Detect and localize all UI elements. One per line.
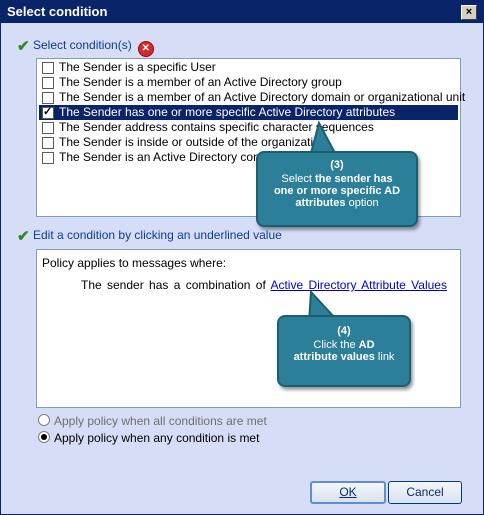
checkmark-icon: ✔ [17, 228, 30, 245]
radio-any-condition[interactable]: Apply policy when any condition is met [38, 431, 259, 445]
condition-item-selected[interactable]: The Sender has one or more specific Acti… [39, 105, 458, 120]
edit-condition-header: ✔ Edit a condition by clicking an underli… [17, 227, 282, 245]
radio-all-conditions[interactable]: Apply policy when all conditions are met [38, 414, 267, 428]
cancel-button[interactable]: Cancel [388, 481, 462, 504]
callout3-text-e: option [345, 197, 379, 209]
condition-label: The Sender is inside or outside of the o… [59, 135, 327, 149]
title-bar: Select condition × [1, 1, 483, 23]
callout-step-3: (3) Select the sender has one or more sp… [256, 151, 418, 227]
callout3-text-d: attributes [295, 197, 346, 209]
condition-label: The Sender has one or more specific Acti… [59, 105, 396, 119]
policy-prefix: The sender has a combination of [81, 278, 266, 292]
radio-any-button[interactable] [38, 431, 50, 443]
callout4-text-a: Click the [313, 339, 359, 351]
condition-checkbox[interactable] [42, 77, 54, 89]
condition-item[interactable]: The Sender is inside or outside of the o… [39, 135, 458, 150]
dialog-title: Select condition [7, 4, 108, 19]
radio-all-button[interactable] [38, 414, 50, 426]
callout3-text-a: Select [281, 173, 315, 185]
condition-item[interactable]: The Sender is a specific User [39, 60, 458, 75]
condition-item[interactable]: The Sender is a member of an Active Dire… [39, 90, 465, 105]
callout-step-4: (4) Click the AD attribute values link [277, 315, 411, 387]
remove-condition-icon[interactable]: ✕ [137, 41, 154, 57]
radio-all-label: Apply policy when all conditions are met [54, 414, 267, 428]
condition-label: The Sender is a member of an Active Dire… [59, 75, 342, 89]
condition-checkbox[interactable] [42, 62, 54, 74]
condition-item[interactable]: The Sender is a member of an Active Dire… [39, 75, 458, 90]
close-button[interactable]: × [461, 5, 477, 20]
policy-statement: The sender has a combination of Active D… [81, 278, 447, 292]
callout3-number: (3) [330, 159, 344, 171]
condition-item[interactable]: The Sender address contains specific cha… [39, 120, 458, 135]
select-conditions-label: Select condition(s) [33, 38, 132, 52]
ok-label: OK [339, 485, 357, 499]
condition-checkbox[interactable] [42, 152, 54, 164]
checkmark-icon: ✔ [17, 38, 30, 55]
condition-label: The Sender is a member of an Active Dire… [59, 90, 466, 104]
edit-condition-label: Edit a condition by clicking an underlin… [33, 228, 282, 242]
condition-checkbox[interactable] [42, 137, 54, 149]
policy-intro: Policy applies to messages where: [42, 256, 227, 270]
condition-checkbox[interactable] [42, 122, 54, 134]
callout4-number: (4) [337, 325, 351, 337]
callout3-text-c: one or more specific AD [273, 185, 401, 197]
callout4-text-d: link [374, 351, 395, 363]
condition-label: The Sender is an Active Directory contac… [59, 150, 280, 164]
select-conditions-header: ✔ Select condition(s) ✕ [17, 37, 154, 57]
callout4-text-c: attribute values [293, 351, 375, 363]
callout4-text-b: AD [358, 339, 375, 351]
radio-any-label: Apply policy when any condition is met [54, 431, 260, 445]
select-condition-dialog: Select condition × ✔ Select condition(s) ✕… [0, 0, 484, 515]
condition-checkbox-checked[interactable] [42, 105, 54, 119]
callout3-text-b: the sender has [315, 173, 393, 185]
ok-button[interactable]: OK [310, 481, 386, 504]
ad-attribute-values-link[interactable]: Active Directory Attribute Values [270, 278, 447, 292]
condition-checkbox[interactable] [42, 92, 54, 104]
condition-label: The Sender is a specific User [59, 60, 216, 74]
